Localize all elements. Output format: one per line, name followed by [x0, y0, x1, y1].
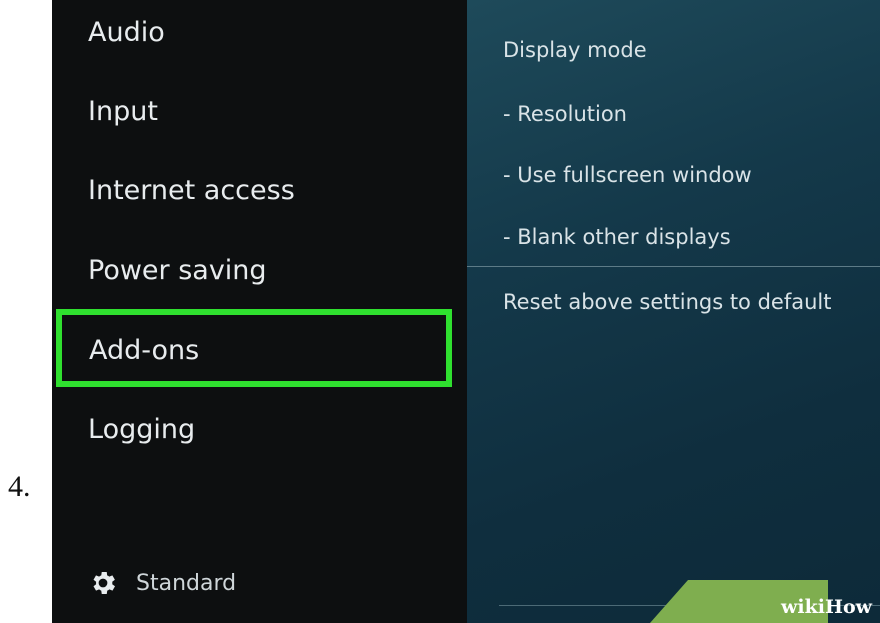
sidebar-item-power-saving[interactable]: Power saving — [88, 254, 267, 288]
kodi-settings-screen: Audio Input Internet access Power saving… — [52, 0, 880, 623]
settings-divider — [467, 266, 880, 267]
setting-use-fullscreen-window[interactable]: - Use fullscreen window — [503, 161, 752, 189]
sidebar-item-add-ons[interactable]: Add-ons — [89, 334, 199, 368]
setting-resolution[interactable]: - Resolution — [503, 100, 627, 128]
wikihow-watermark-text: wikiHow — [781, 596, 872, 618]
addons-highlight-box[interactable]: Add-ons — [56, 309, 452, 387]
settings-level-toggle[interactable]: Standard — [88, 568, 236, 598]
settings-content-panel: Display mode - Resolution - Use fullscre… — [467, 0, 880, 623]
sidebar-item-internet-access[interactable]: Internet access — [88, 174, 295, 208]
sidebar-item-input[interactable]: Input — [88, 95, 158, 129]
setting-reset-defaults[interactable]: Reset above settings to default — [503, 288, 831, 316]
settings-level-label: Standard — [136, 570, 237, 596]
gear-icon — [93, 572, 115, 594]
step-number: 4. — [8, 470, 31, 503]
setting-blank-other-displays[interactable]: - Blank other displays — [503, 223, 731, 251]
setting-display-mode[interactable]: Display mode — [503, 36, 647, 64]
settings-sidebar: Audio Input Internet access Power saving… — [52, 0, 467, 623]
watermark-how: How — [825, 596, 872, 618]
sidebar-item-audio[interactable]: Audio — [88, 16, 165, 50]
watermark-wiki: wiki — [781, 596, 826, 618]
sidebar-item-logging[interactable]: Logging — [88, 413, 195, 447]
